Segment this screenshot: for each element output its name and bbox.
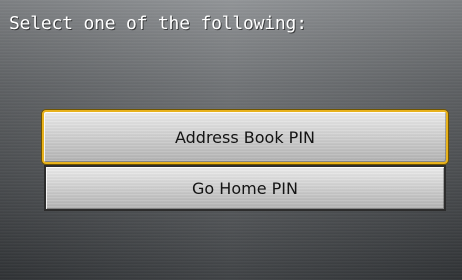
address-book-pin-button[interactable]: Address Book PIN: [42, 110, 448, 164]
prompt-title: Select one of the following:: [9, 13, 307, 34]
go-home-pin-button[interactable]: Go Home PIN: [44, 165, 446, 211]
address-book-pin-label: Address Book PIN: [174, 127, 316, 147]
go-home-pin-label: Go Home PIN: [192, 178, 298, 198]
pin-selection-screen: Select one of the following: Address Boo…: [0, 0, 462, 280]
